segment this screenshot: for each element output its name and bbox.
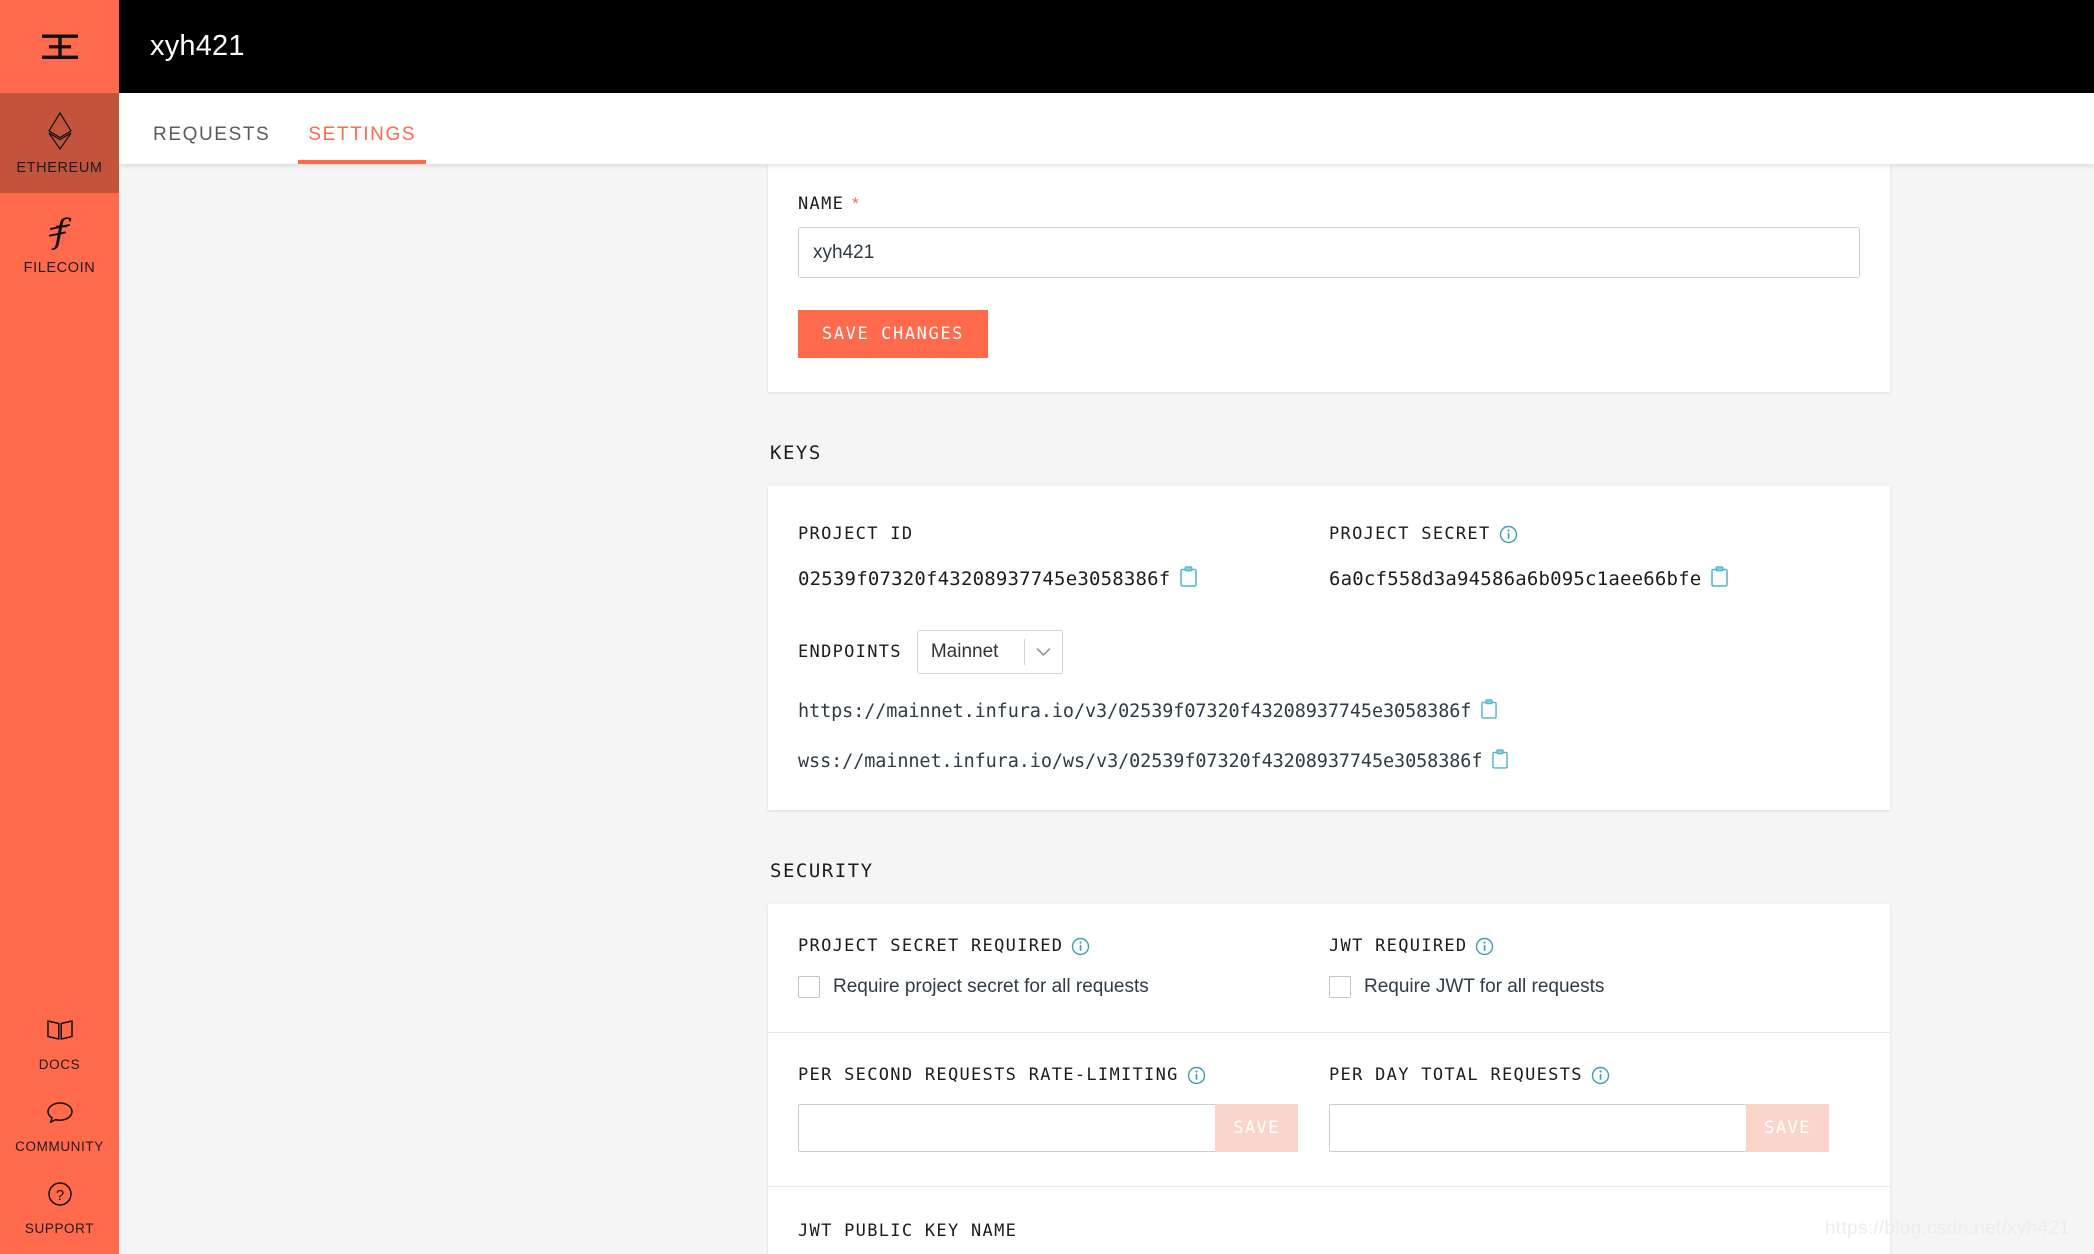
name-field-label: NAME * [798,194,1860,214]
per-second-save-button[interactable]: SAVE [1215,1104,1298,1152]
question-circle-icon: ? [46,1174,74,1214]
required-toggles-block: PROJECT SECRET REQUIRED Require project … [768,904,1890,1032]
tab-requests[interactable]: REQUESTS [151,124,272,164]
project-secret-required-label-text: PROJECT SECRET REQUIRED [798,936,1064,956]
save-changes-button[interactable]: SAVE CHANGES [798,310,989,358]
settings-column: NAME * SAVE CHANGES KEYS PROJECT ID 02539… [768,164,1890,1254]
keys-card: PROJECT ID 02539f07320f43208937745e30583… [768,486,1890,810]
jwt-required-label: JWT REQUIRED [1329,936,1860,956]
sidebar-item-docs[interactable]: DOCS [0,1000,119,1082]
per-day-input-group: SAVE [1329,1104,1829,1152]
svg-text:?: ? [55,1187,63,1204]
jwt-required-checkbox-row[interactable]: Require JWT for all requests [1329,976,1860,998]
filecoin-icon: f [45,211,75,251]
info-icon[interactable] [1499,525,1518,544]
info-icon[interactable] [1591,1066,1610,1085]
project-secret-value: 6a0cf558d3a94586a6b095c1aee66bfe [1329,568,1702,590]
project-secret-label: PROJECT SECRET [1329,524,1860,544]
per-day-label-text: PER DAY TOTAL REQUESTS [1329,1065,1583,1085]
tab-bar: REQUESTS SETTINGS [119,93,2094,164]
per-day-input[interactable] [1329,1104,1746,1152]
jwt-public-key-block: JWT PUBLIC KEY NAME [768,1187,1890,1254]
jwt-required-checkbox[interactable] [1329,976,1351,998]
infura-logo-icon [41,34,78,59]
sidebar-bottom-group: DOCS COMMUNITY ? SUPPORT [0,1000,119,1246]
project-id-label: PROJECT ID [798,524,914,544]
project-secret-required-label: PROJECT SECRET REQUIRED [798,936,1329,956]
project-id-value-row: 02539f07320f43208937745e3058386f [798,566,1329,592]
network-select[interactable]: Mainnet [916,630,1063,674]
per-day-block: PER DAY TOTAL REQUESTS SAVE [1329,1065,1860,1152]
tab-settings[interactable]: SETTINGS [298,124,426,164]
sidebar-item-filecoin[interactable]: f FILECOIN [0,193,119,293]
svg-text:f: f [50,212,71,251]
app-root: ETHEREUM f FILECOIN DOCS COMMUNITY ? SUP… [0,0,2094,1254]
per-second-input-group: SAVE [798,1104,1298,1152]
per-second-input[interactable] [798,1104,1215,1152]
per-day-label: PER DAY TOTAL REQUESTS [1329,1065,1860,1085]
copy-icon[interactable] [1492,749,1509,774]
project-secret-required-checkbox[interactable] [798,976,820,998]
top-bar: xyh421 [119,0,2094,93]
project-id-value: 02539f07320f43208937745e3058386f [798,568,1171,590]
jwt-required-label-text: JWT REQUIRED [1329,936,1468,956]
sidebar-item-community-label: COMMUNITY [15,1139,104,1154]
sidebar-item-support-label: SUPPORT [24,1221,95,1236]
keys-section-title: KEYS [770,442,822,464]
endpoint-wss-row: wss://mainnet.infura.io/ws/v3/02539f0732… [798,749,1860,774]
chat-bubble-icon [45,1092,75,1132]
page-title: xyh421 [150,30,245,62]
name-card: NAME * SAVE CHANGES [768,164,1890,392]
chevron-down-icon [1025,647,1062,657]
jwt-public-key-label: JWT PUBLIC KEY NAME [798,1221,1018,1241]
book-icon [45,1010,75,1050]
sidebar-item-community[interactable]: COMMUNITY [0,1082,119,1164]
infura-logo[interactable] [0,0,119,93]
endpoint-wss-url: wss://mainnet.infura.io/ws/v3/02539f0732… [798,751,1483,772]
copy-icon[interactable] [1481,699,1498,724]
per-second-label-text: PER SECOND REQUESTS RATE-LIMITING [798,1065,1179,1085]
project-name-input[interactable] [798,227,1860,278]
info-icon[interactable] [1475,937,1494,956]
content-area: NAME * SAVE CHANGES KEYS PROJECT ID 02539… [119,164,2094,1254]
info-icon[interactable] [1187,1066,1206,1085]
per-day-save-button[interactable]: SAVE [1746,1104,1829,1152]
sidebar-item-ethereum-label: ETHEREUM [16,159,103,176]
project-secret-label-text: PROJECT SECRET [1329,524,1491,544]
required-asterisk: * [852,194,861,213]
copy-icon[interactable] [1711,566,1729,592]
sidebar-item-filecoin-label: FILECOIN [23,259,96,276]
endpoint-https-url: https://mainnet.infura.io/v3/02539f07320… [798,701,1472,722]
info-icon[interactable] [1071,937,1090,956]
endpoints-label: ENDPOINTS [798,642,902,662]
project-secret-block: PROJECT SECRET 6a0cf558d3a94586a6b095c1a… [1329,524,1860,592]
sidebar-item-support[interactable]: ? SUPPORT [0,1164,119,1246]
project-secret-required-block: PROJECT SECRET REQUIRED Require project … [798,936,1329,998]
copy-icon[interactable] [1180,566,1198,592]
name-label-text: NAME [798,194,845,214]
rate-limit-block: PER SECOND REQUESTS RATE-LIMITING SAVE P… [768,1033,1890,1186]
endpoints-row: ENDPOINTS Mainnet [798,630,1860,674]
ethereum-icon [47,111,73,151]
per-second-label: PER SECOND REQUESTS RATE-LIMITING [798,1065,1329,1085]
project-secret-value-row: 6a0cf558d3a94586a6b095c1aee66bfe [1329,566,1860,592]
rate-limit-row: PER SECOND REQUESTS RATE-LIMITING SAVE P… [798,1065,1860,1152]
keys-top-row: PROJECT ID 02539f07320f43208937745e30583… [798,524,1860,592]
project-secret-required-checkbox-row[interactable]: Require project secret for all requests [798,976,1329,998]
security-card: PROJECT SECRET REQUIRED Require project … [768,904,1890,1254]
endpoint-https-row: https://mainnet.infura.io/v3/02539f07320… [798,699,1860,724]
sidebar: ETHEREUM f FILECOIN DOCS COMMUNITY ? SUP… [0,0,119,1254]
per-second-block: PER SECOND REQUESTS RATE-LIMITING SAVE [798,1065,1329,1152]
sidebar-item-docs-label: DOCS [38,1057,81,1072]
network-select-value: Mainnet [930,641,999,662]
required-toggles-row: PROJECT SECRET REQUIRED Require project … [798,936,1860,998]
jwt-required-checkbox-label: Require JWT for all requests [1364,976,1605,997]
sidebar-item-ethereum[interactable]: ETHEREUM [0,93,119,193]
project-secret-required-checkbox-label: Require project secret for all requests [833,976,1149,997]
project-id-block: PROJECT ID 02539f07320f43208937745e30583… [798,524,1329,592]
jwt-required-block: JWT REQUIRED Require JWT for all request… [1329,936,1860,998]
security-section-title: SECURITY [770,860,874,882]
